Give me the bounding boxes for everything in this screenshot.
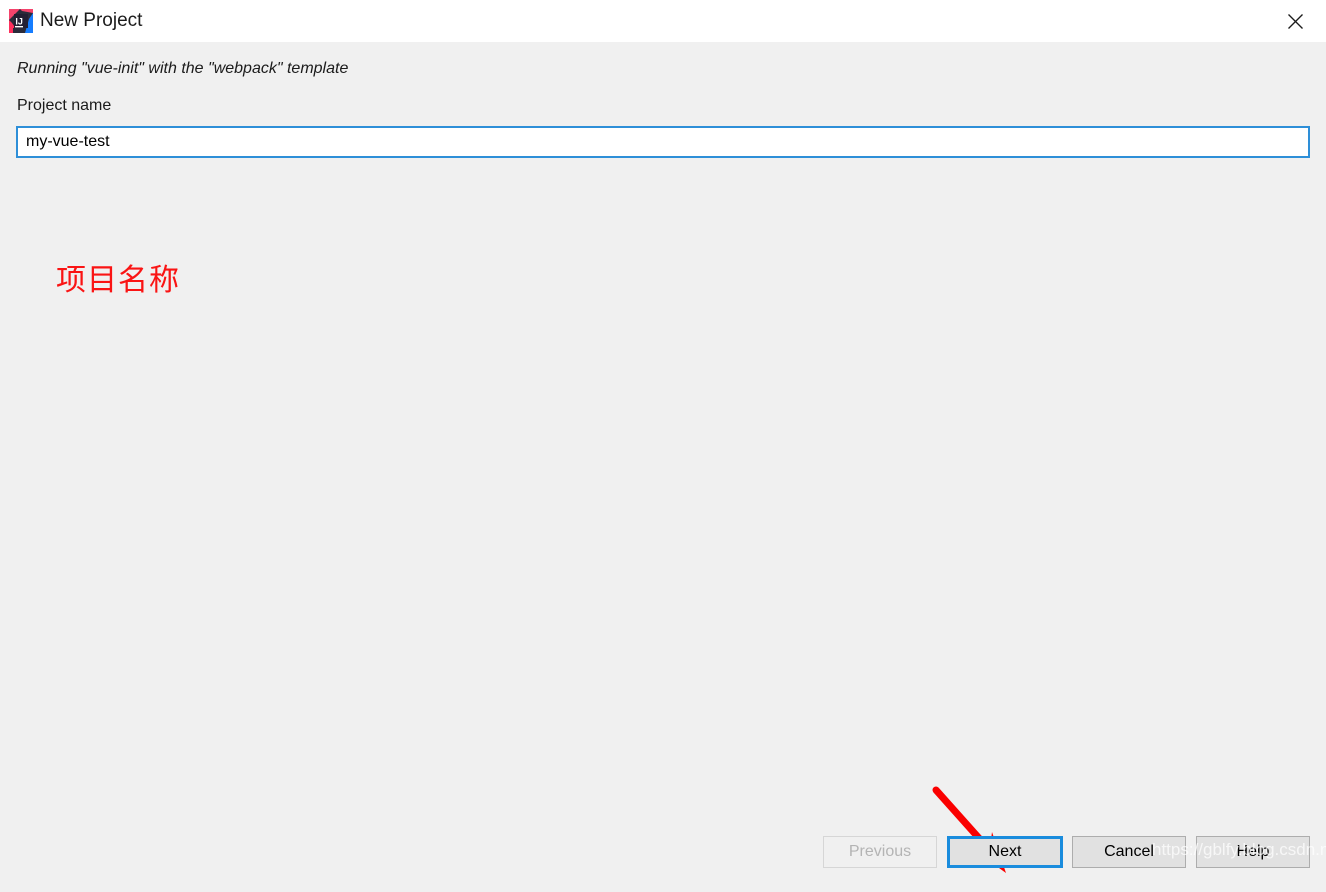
next-button[interactable]: Next <box>947 836 1063 868</box>
window-title: New Project <box>40 10 143 31</box>
close-icon[interactable] <box>1264 0 1326 42</box>
previous-button[interactable]: Previous <box>823 836 937 868</box>
dialog-button-row: Previous Next Cancel Help <box>0 836 1326 882</box>
project-name-label: Project name <box>17 97 112 114</box>
annotation-label-project-name: 项目名称 <box>56 263 180 298</box>
title-bar: IJ New Project <box>0 0 1326 42</box>
dialog-content: Running "vue-init" with the "webpack" te… <box>0 42 1326 882</box>
project-name-input[interactable] <box>16 126 1310 158</box>
intellij-idea-icon: IJ <box>9 9 33 33</box>
cancel-button[interactable]: Cancel <box>1072 836 1186 868</box>
template-status-text: Running "vue-init" with the "webpack" te… <box>17 60 349 77</box>
help-button[interactable]: Help <box>1196 836 1310 868</box>
svg-text:IJ: IJ <box>15 16 23 26</box>
